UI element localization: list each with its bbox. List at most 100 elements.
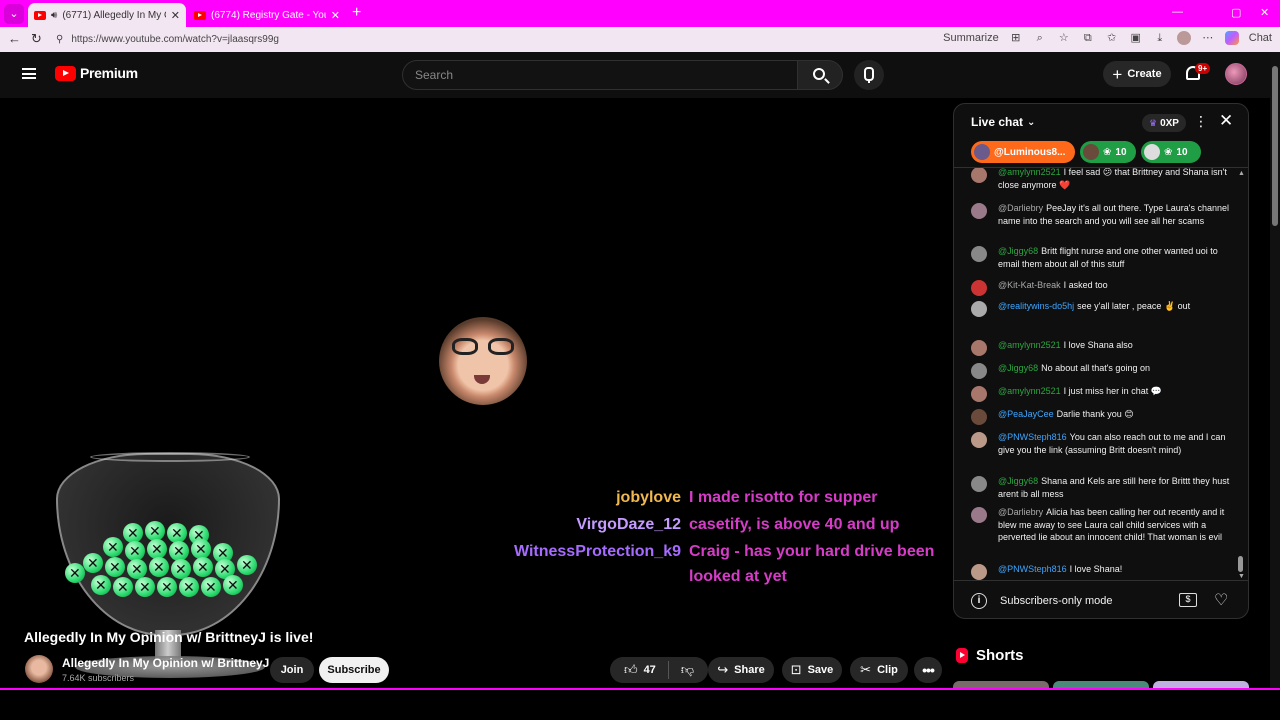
search-button[interactable] — [797, 60, 843, 90]
avatar — [971, 476, 987, 492]
close-chat-icon[interactable]: ✕ — [1219, 111, 1233, 131]
chat-author[interactable]: @Darliebry — [998, 203, 1043, 213]
chat-author[interactable]: @realitywins-do5hj — [998, 301, 1074, 311]
chat-author[interactable]: @PNWSteph816 — [998, 432, 1067, 442]
avatar — [971, 203, 987, 219]
overlay-chat-name: WitnessProtection_k9 — [513, 543, 681, 560]
chat-author[interactable]: @Jiggy68 — [998, 246, 1038, 256]
search-input[interactable]: Search — [402, 60, 798, 90]
join-button[interactable]: Join — [270, 657, 314, 683]
chat-author[interactable]: @Jiggy68 — [998, 476, 1038, 486]
refresh-icon[interactable]: ↻ — [31, 31, 42, 47]
dislike-icon[interactable]: 👎︎ — [681, 662, 694, 678]
short-thumbnail[interactable] — [1153, 681, 1249, 688]
xp-button[interactable]: ♛ 0XP — [1142, 114, 1186, 132]
chat-message: @amylynn2521 I just miss her in chat 💬 — [971, 385, 1233, 402]
toolbar-right: Summarize ⊞ ⌕ ☆ ⧉ ✩ ▣ ⤓ ⋯ Chat — [943, 31, 1272, 45]
subscribe-button[interactable]: Subscribe — [319, 657, 389, 683]
chat-author[interactable]: @PNWSteph816 — [998, 564, 1067, 574]
save-button[interactable]: ⊡ Save — [782, 657, 842, 683]
live-chat-mode-dropdown[interactable]: Live chat ⌄ — [971, 115, 1035, 129]
share-button[interactable]: ↪ Share — [708, 657, 774, 683]
scroll-thumb[interactable] — [1272, 66, 1278, 226]
tab-allegedly[interactable]: 🔊︎ (6771) Allegedly In My Opinion ✕ — [28, 3, 186, 27]
speaker-icon[interactable]: 🔊︎ — [51, 10, 57, 21]
heart-icon[interactable]: ♡ — [1214, 590, 1228, 610]
create-label: Create — [1127, 68, 1162, 80]
channel-avatar[interactable] — [25, 655, 53, 683]
xp-label: 0XP — [1160, 117, 1179, 129]
like-icon[interactable]: 👍︎ — [624, 662, 638, 678]
clip-button[interactable]: ✂ Clip — [850, 657, 908, 683]
chat-button[interactable]: Chat — [1249, 32, 1272, 44]
back-icon[interactable]: ← — [8, 31, 21, 46]
menu-icon[interactable] — [22, 68, 36, 79]
chat-scroll-thumb[interactable] — [1238, 556, 1243, 572]
chat-message: @PNWSteph816 I love Shana! — [971, 563, 1233, 580]
tab-registry-gate[interactable]: (6774) Registry Gate - YouTube ✕ — [188, 3, 346, 27]
chat-text: I love Shana! — [1069, 564, 1123, 574]
chat-author[interactable]: @amylynn2521 — [998, 168, 1061, 177]
site-info-icon[interactable]: ⚲ — [56, 34, 63, 45]
youtube-premium-logo[interactable]: Premium — [55, 65, 138, 81]
chat-text: I just miss her in chat 💬 — [1063, 386, 1162, 396]
like-dislike-group: 👍︎ 47 👎︎ — [610, 657, 708, 683]
chat-author[interactable]: @Kit-Kat-Break — [998, 280, 1061, 290]
overlay-chat-message: Craig - has your hard drive been — [689, 543, 935, 560]
copilot-icon[interactable] — [1224, 31, 1239, 45]
super-chat-icon[interactable]: $ — [1179, 593, 1197, 607]
youtube-header: Premium Search + Create 9+ — [0, 52, 1270, 98]
maximize-icon[interactable]: ▢ — [1231, 6, 1241, 19]
new-tab-icon[interactable]: + — [352, 4, 361, 22]
chat-author[interactable]: @Jiggy68 — [998, 363, 1038, 373]
gift-icon: ❀ — [1103, 146, 1112, 158]
more-actions-icon[interactable]: ••• — [914, 657, 942, 683]
downloads-icon[interactable]: ⤓ — [1153, 31, 1167, 45]
pinned-chip[interactable]: ❀ 10 — [1141, 141, 1201, 163]
tab-actions-menu-icon[interactable]: ⌄ — [4, 4, 24, 24]
search-icon — [813, 68, 825, 80]
zoom-icon[interactable]: ⌕ — [1033, 31, 1047, 45]
pinned-chip-label: 10 — [1115, 146, 1127, 158]
short-thumbnail[interactable] — [953, 681, 1049, 688]
close-tab-icon[interactable]: ✕ — [331, 9, 340, 22]
chat-more-icon[interactable]: ⋮ — [1194, 113, 1208, 130]
info-icon[interactable]: i — [971, 593, 987, 609]
pinned-chip[interactable]: ❀ 10 — [1080, 141, 1136, 163]
short-thumbnail[interactable] — [1053, 681, 1149, 688]
avatar — [971, 432, 987, 448]
voice-search-icon[interactable] — [854, 60, 884, 90]
url-field[interactable]: ⚲ https://www.youtube.com/watch?v=jlaasq… — [50, 29, 980, 50]
gift-icon: ❀ — [1164, 146, 1173, 158]
collections-icon[interactable]: ▣ — [1129, 31, 1143, 45]
chat-author[interactable]: @PeaJayCee — [998, 409, 1054, 419]
minimize-icon[interactable]: — — [1172, 6, 1183, 18]
page-scrollbar[interactable] — [1270, 52, 1280, 688]
app-available-icon[interactable]: ⊞ — [1009, 31, 1023, 45]
chat-message: @realitywins-do5hj see y'all later , peac… — [971, 300, 1233, 317]
scroll-up-icon[interactable]: ▲ — [1238, 170, 1245, 177]
summarize-button[interactable]: Summarize — [943, 32, 999, 44]
user-avatar[interactable] — [1225, 63, 1247, 85]
pinned-chip[interactable]: @Luminous8... — [971, 141, 1075, 163]
favorite-star-icon[interactable]: ☆ — [1057, 31, 1071, 45]
chat-author[interactable]: @Darliebry — [998, 507, 1043, 517]
like-count[interactable]: 47 — [644, 664, 656, 676]
bookmark-icon: ⊡ — [790, 662, 802, 677]
favorites-icon[interactable]: ✩ — [1105, 31, 1119, 45]
extensions-icon[interactable]: ⧉ — [1081, 31, 1095, 45]
close-tab-icon[interactable]: ✕ — [171, 9, 180, 22]
channel-name[interactable]: Allegedly In My Opinion w/ BrittneyJ — [62, 656, 269, 670]
chat-message: @PNWSteph816 You can also reach out to me… — [971, 431, 1233, 456]
profile-icon[interactable] — [1176, 31, 1191, 45]
avatar — [1144, 144, 1160, 160]
chat-message-list[interactable]: @amylynn2521 I feel sad 😕 that Brittney a… — [954, 168, 1248, 580]
scroll-down-icon[interactable]: ▼ — [1238, 573, 1245, 580]
chat-author[interactable]: @amylynn2521 — [998, 340, 1061, 350]
close-window-icon[interactable]: ✕ — [1260, 6, 1269, 19]
chat-scrollbar[interactable]: ▲ ▼ — [1238, 170, 1245, 580]
more-options-icon[interactable]: ⋯ — [1201, 31, 1215, 45]
chat-author[interactable]: @amylynn2521 — [998, 386, 1061, 396]
create-button[interactable]: + Create — [1103, 61, 1171, 87]
chat-message: @amylynn2521 I love Shana also — [971, 339, 1233, 356]
